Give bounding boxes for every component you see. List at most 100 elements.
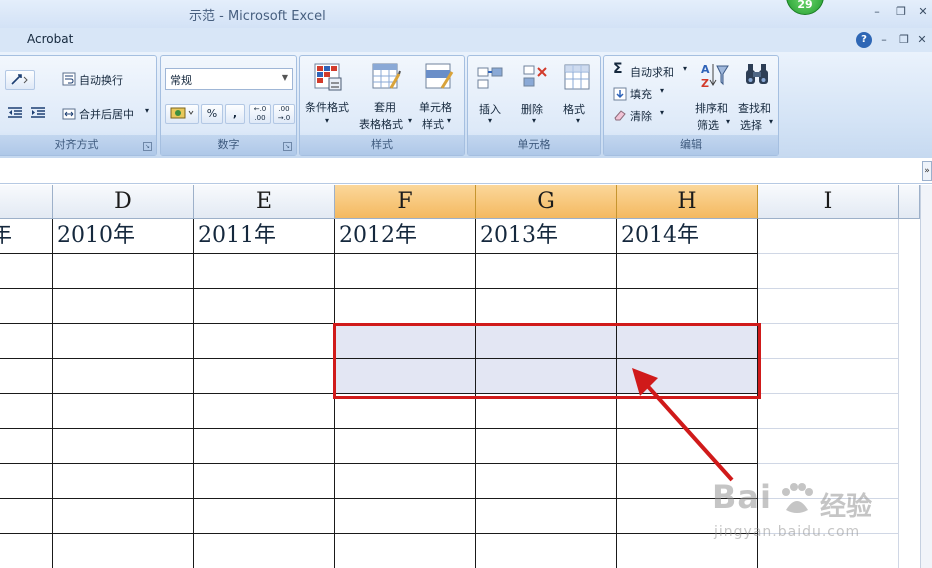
- sort-filter-button[interactable]: A Z 排序和 筛选 ▾: [692, 56, 736, 134]
- cell-c5[interactable]: [0, 359, 53, 394]
- cell-g2[interactable]: [476, 254, 617, 289]
- cell-d10[interactable]: [53, 534, 194, 568]
- column-header-d[interactable]: D: [53, 185, 194, 219]
- cell-d1[interactable]: 2010年: [53, 219, 194, 254]
- cell-i3[interactable]: [758, 289, 899, 324]
- comma-style-button[interactable]: ,: [225, 104, 245, 124]
- close-button[interactable]: ✕: [914, 4, 932, 20]
- currency-format-button[interactable]: [165, 104, 199, 124]
- cell-c8[interactable]: [0, 464, 53, 499]
- cell-d5[interactable]: [53, 359, 194, 394]
- ribbon-restore-button[interactable]: ❐: [896, 32, 912, 48]
- cell-f1[interactable]: 2012年: [335, 219, 476, 254]
- column-header-e[interactable]: E: [194, 185, 335, 219]
- merge-center-button[interactable]: 合并后居中: [79, 106, 134, 122]
- cell-i4[interactable]: [758, 324, 899, 359]
- tab-acrobat[interactable]: Acrobat: [27, 32, 73, 46]
- autosum-button[interactable]: 自动求和: [630, 64, 674, 80]
- cell-f10[interactable]: [335, 534, 476, 568]
- clear-button[interactable]: 清除: [630, 108, 652, 124]
- cell-f2[interactable]: [335, 254, 476, 289]
- cell-i6[interactable]: [758, 394, 899, 429]
- format-as-table-button[interactable]: 套用 表格格式 ▾: [357, 56, 413, 134]
- cell-i2[interactable]: [758, 254, 899, 289]
- cell-c6[interactable]: [0, 394, 53, 429]
- merge-dropdown-icon[interactable]: ▾: [145, 106, 149, 115]
- cell-e4[interactable]: [194, 324, 335, 359]
- cell-c9[interactable]: [0, 499, 53, 534]
- increase-indent-icon[interactable]: [29, 104, 47, 122]
- minimize-button[interactable]: –: [868, 4, 886, 20]
- cell-g1[interactable]: 2013年: [476, 219, 617, 254]
- cell-e8[interactable]: [194, 464, 335, 499]
- restore-button[interactable]: ❐: [892, 4, 910, 20]
- column-header-j[interactable]: [899, 185, 920, 219]
- format-cells-button[interactable]: 格式 ▾: [556, 56, 601, 134]
- cell-c3[interactable]: [0, 289, 53, 324]
- insert-cells-button[interactable]: 插入 ▾: [468, 56, 513, 134]
- cell-e7[interactable]: [194, 429, 335, 464]
- cell-d4[interactable]: [53, 324, 194, 359]
- cell-g10[interactable]: [476, 534, 617, 568]
- cell-c4[interactable]: [0, 324, 53, 359]
- cell-e2[interactable]: [194, 254, 335, 289]
- conditional-format-button[interactable]: 条件格式 ▾: [300, 56, 358, 134]
- formula-bar[interactable]: »: [0, 158, 932, 184]
- cell-d6[interactable]: [53, 394, 194, 429]
- cell-e3[interactable]: [194, 289, 335, 324]
- cell-g7[interactable]: [476, 429, 617, 464]
- column-header-h[interactable]: H: [617, 185, 758, 219]
- cell-h3[interactable]: [617, 289, 758, 324]
- cell-d8[interactable]: [53, 464, 194, 499]
- cell-d9[interactable]: [53, 499, 194, 534]
- column-header-g[interactable]: G: [476, 185, 617, 219]
- cell-e9[interactable]: [194, 499, 335, 534]
- decrease-decimal-button[interactable]: .00 →.0: [273, 104, 295, 124]
- decrease-indent-icon[interactable]: [6, 104, 24, 122]
- cell-i7[interactable]: [758, 429, 899, 464]
- cell-d3[interactable]: [53, 289, 194, 324]
- vertical-scrollbar[interactable]: [920, 185, 932, 568]
- percent-button[interactable]: %: [201, 104, 223, 124]
- cell-g3[interactable]: [476, 289, 617, 324]
- cell-f8[interactable]: [335, 464, 476, 499]
- cell-g9[interactable]: [476, 499, 617, 534]
- help-icon[interactable]: ?: [856, 32, 872, 48]
- cell-f6[interactable]: [335, 394, 476, 429]
- increase-decimal-button[interactable]: ←.0 .00: [249, 104, 271, 124]
- number-launcher-icon[interactable]: ↘: [283, 142, 292, 151]
- fill-button[interactable]: 填充: [630, 86, 652, 102]
- cell-c1[interactable]: 年: [0, 219, 53, 254]
- column-header-f[interactable]: F: [335, 185, 476, 219]
- orientation-button[interactable]: [5, 70, 35, 90]
- cell-e6[interactable]: [194, 394, 335, 429]
- cell-g8[interactable]: [476, 464, 617, 499]
- expand-formula-bar-icon[interactable]: »: [922, 161, 932, 181]
- cell-styles-button[interactable]: 单元格 样式 ▾: [414, 56, 464, 134]
- cell-d2[interactable]: [53, 254, 194, 289]
- number-format-select[interactable]: 常规 ▼: [165, 68, 293, 90]
- clear-dropdown-icon[interactable]: ▾: [660, 108, 664, 117]
- cell-i1[interactable]: [758, 219, 899, 254]
- find-select-button[interactable]: 查找和 选择 ▾: [735, 56, 779, 134]
- ribbon-minimize-button[interactable]: –: [876, 32, 892, 48]
- cell-c10[interactable]: [0, 534, 53, 568]
- cell-e5[interactable]: [194, 359, 335, 394]
- wrap-text-button[interactable]: 自动换行: [79, 72, 123, 88]
- cell-c2[interactable]: [0, 254, 53, 289]
- autosum-dropdown-icon[interactable]: ▾: [683, 64, 687, 73]
- notification-badge[interactable]: 29: [786, 0, 824, 15]
- cell-e1[interactable]: 2011年: [194, 219, 335, 254]
- cell-f3[interactable]: [335, 289, 476, 324]
- delete-cells-button[interactable]: 删除 ▾: [512, 56, 557, 134]
- alignment-launcher-icon[interactable]: ↘: [143, 142, 152, 151]
- cell-h1[interactable]: 2014年: [617, 219, 758, 254]
- column-header-c[interactable]: [0, 185, 53, 219]
- column-header-i[interactable]: I: [758, 185, 899, 219]
- cell-f9[interactable]: [335, 499, 476, 534]
- cell-g6[interactable]: [476, 394, 617, 429]
- cell-h2[interactable]: [617, 254, 758, 289]
- cell-c7[interactable]: [0, 429, 53, 464]
- cell-d7[interactable]: [53, 429, 194, 464]
- cell-f7[interactable]: [335, 429, 476, 464]
